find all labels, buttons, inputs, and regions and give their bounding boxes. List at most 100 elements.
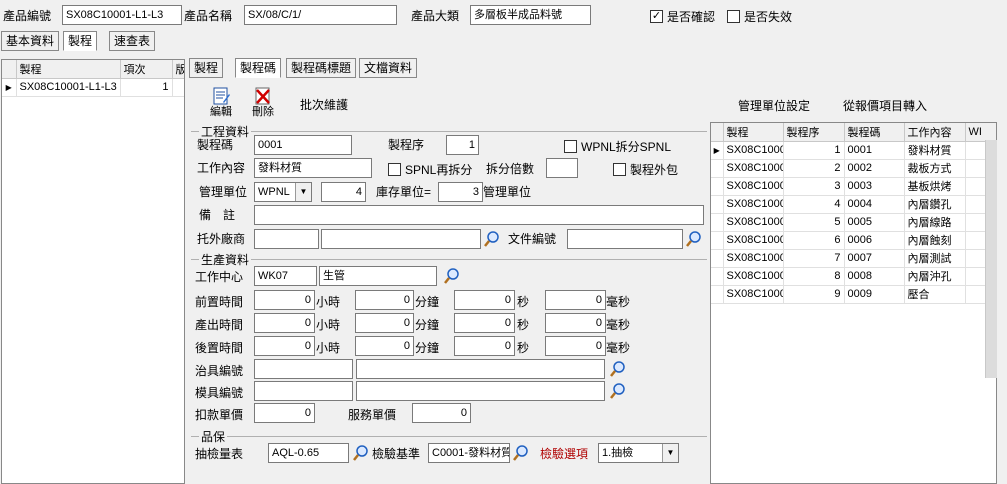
jig-search-icon[interactable] xyxy=(609,360,627,378)
basis-search-icon[interactable] xyxy=(512,444,530,462)
deduct-label: 扣款單價 xyxy=(195,408,244,422)
wpnl-split-checkbox[interactable]: WPNL拆分SPNL xyxy=(564,138,671,155)
vendor-search-icon[interactable] xyxy=(483,230,501,248)
row-pointer-icon: ▶ xyxy=(711,141,724,160)
mgmt-unit-select[interactable]: WPNL ▼ xyxy=(254,182,312,202)
remark-label: 備 註 xyxy=(199,208,236,222)
col-seq[interactable]: 製程序 xyxy=(783,123,845,142)
mold-search-icon[interactable] xyxy=(609,382,627,400)
tab-inner-process[interactable]: 製程 xyxy=(189,58,224,78)
table-row[interactable]: SX08C1000 2 0002 裁板方式 xyxy=(711,159,996,178)
vendor-name-field[interactable] xyxy=(321,229,481,249)
table-row[interactable]: SX08C1000 4 0004 內層鑽孔 xyxy=(711,195,996,214)
center-code-field[interactable]: WK07 xyxy=(254,266,317,286)
mgmt-unit-setting-link[interactable]: 管理單位設定 xyxy=(738,98,810,114)
post-time-hours[interactable]: 0 xyxy=(254,336,315,356)
category-field[interactable]: 多層板半成品料號 xyxy=(470,5,591,25)
col-process[interactable]: 製程 xyxy=(16,60,121,79)
output-time-seconds[interactable]: 0 xyxy=(454,313,515,333)
option-label: 檢驗選項 xyxy=(540,447,589,461)
doc-label: 文件編號 xyxy=(508,232,557,246)
confirmed-label: 是否確認 xyxy=(667,10,716,24)
delete-button[interactable]: 刪除 xyxy=(248,86,278,118)
mold-code-field[interactable] xyxy=(254,381,353,401)
import-quote-link[interactable]: 從報價項目轉入 xyxy=(843,98,927,114)
jig-code-field[interactable] xyxy=(254,359,353,379)
tab-process-code[interactable]: 製程碼 xyxy=(235,58,282,78)
tab-process-code-title[interactable]: 製程碼標題 xyxy=(286,58,357,78)
col-process[interactable]: 製程 xyxy=(723,123,784,142)
vendor-code-field[interactable] xyxy=(254,229,319,249)
tab-basic-info[interactable]: 基本資料 xyxy=(1,31,60,51)
code-field[interactable]: 0001 xyxy=(254,135,352,155)
option-select[interactable]: 1.抽檢 ▼ xyxy=(598,443,679,463)
table-row[interactable]: SX08C1000 9 0009 壓合 xyxy=(711,285,996,304)
col-ver[interactable]: 版 xyxy=(172,60,184,79)
work-field[interactable]: 發料材質 xyxy=(254,158,372,178)
check-icon: ✓ xyxy=(650,10,663,23)
product-code-label: 產品編號 xyxy=(3,9,52,23)
table-row[interactable]: SX08C1000 5 0005 內層線路 xyxy=(711,213,996,232)
doc-field[interactable] xyxy=(567,229,683,249)
right-grid-scrollbar[interactable] xyxy=(985,140,997,378)
center-search-icon[interactable] xyxy=(443,267,461,285)
pre-time-label: 前置時間 xyxy=(195,295,244,309)
product-code-field[interactable]: SX08C10001-L1-L3 xyxy=(62,5,182,25)
sample-search-icon[interactable] xyxy=(352,444,370,462)
batch-maintain-link[interactable]: 批次維護 xyxy=(300,97,348,113)
split-mult-label: 拆分倍數 xyxy=(486,162,535,176)
mgmt-unit-label: 管理單位 xyxy=(199,185,248,199)
sample-field[interactable]: AQL-0.65 xyxy=(268,443,349,463)
tab-documents[interactable]: 文檔資料 xyxy=(359,58,418,78)
col-code[interactable]: 製程碼 xyxy=(844,123,905,142)
service-field[interactable]: 0 xyxy=(412,403,471,423)
table-row[interactable]: SX08C1000 8 0008 內層沖孔 xyxy=(711,267,996,286)
qa-group-title: 品保 xyxy=(199,428,228,445)
spnl-split-checkbox[interactable]: SPNL再拆分 xyxy=(388,161,472,178)
remark-field[interactable] xyxy=(254,205,704,225)
tab-process[interactable]: 製程 xyxy=(63,31,98,51)
doc-search-icon[interactable] xyxy=(685,230,703,248)
pre-time-ms[interactable]: 0 xyxy=(545,290,606,310)
mold-name-field[interactable] xyxy=(356,381,605,401)
post-time-ms[interactable]: 0 xyxy=(545,336,606,356)
invalid-label: 是否失效 xyxy=(744,10,793,24)
product-name-field[interactable]: SX/08/C/1/ xyxy=(244,5,397,25)
jig-name-field[interactable] xyxy=(356,359,605,379)
output-time-ms[interactable]: 0 xyxy=(545,313,606,333)
post-time-seconds[interactable]: 0 xyxy=(454,336,515,356)
split-mult-field[interactable] xyxy=(546,158,578,178)
table-row[interactable]: SX08C1000 6 0006 內層蝕刻 xyxy=(711,231,996,250)
table-row[interactable]: ▶ SX08C1000 1 0001 發料材質 xyxy=(711,141,996,160)
stock-qty-field[interactable]: 3 xyxy=(438,182,483,202)
pre-time-hours[interactable]: 0 xyxy=(254,290,315,310)
seq-label: 製程序 xyxy=(388,138,425,152)
pre-time-seconds[interactable]: 0 xyxy=(454,290,515,310)
mgmt-qty-field[interactable]: 4 xyxy=(321,182,366,202)
col-work[interactable]: 工作內容 xyxy=(904,123,966,142)
outsource-checkbox[interactable]: 製程外包 xyxy=(613,161,678,178)
col-wi[interactable]: WI xyxy=(965,123,996,142)
process-list-grid[interactable]: 製程 項次 版 ▶ SX08C10001-L1-L3 1 xyxy=(1,59,185,484)
output-time-hours[interactable]: 0 xyxy=(254,313,315,333)
process-code-grid[interactable]: 製程 製程序 製程碼 工作內容 WI ▶ SX08C1000 1 0001 發料材質 S… xyxy=(710,122,997,484)
output-time-minutes[interactable]: 0 xyxy=(355,313,414,333)
post-time-minutes[interactable]: 0 xyxy=(355,336,414,356)
invalid-checkbox[interactable]: 是否失效 xyxy=(727,8,792,25)
center-label: 工作中心 xyxy=(195,270,244,284)
code-label: 製程碼 xyxy=(197,138,234,152)
pre-time-minutes[interactable]: 0 xyxy=(355,290,414,310)
basis-field[interactable]: C0001-發料材質 xyxy=(428,443,510,463)
table-row[interactable]: SX08C1000 7 0007 內層測試 xyxy=(711,249,996,268)
seq-field[interactable]: 1 xyxy=(446,135,479,155)
table-row[interactable]: SX08C1000 3 0003 基板烘烤 xyxy=(711,177,996,196)
center-name-field[interactable]: 生管 xyxy=(319,266,437,286)
col-item[interactable]: 項次 xyxy=(120,60,173,79)
edit-button[interactable]: 編輯 xyxy=(206,86,236,118)
confirmed-checkbox[interactable]: ✓ 是否確認 xyxy=(650,8,715,25)
tab-quick-ref[interactable]: 速查表 xyxy=(109,31,156,51)
table-row[interactable]: ▶ SX08C10001-L1-L3 1 xyxy=(2,78,184,97)
edit-icon xyxy=(211,86,231,106)
deduct-field[interactable]: 0 xyxy=(254,403,315,423)
prod-group-title: 生產資料 xyxy=(199,251,252,268)
